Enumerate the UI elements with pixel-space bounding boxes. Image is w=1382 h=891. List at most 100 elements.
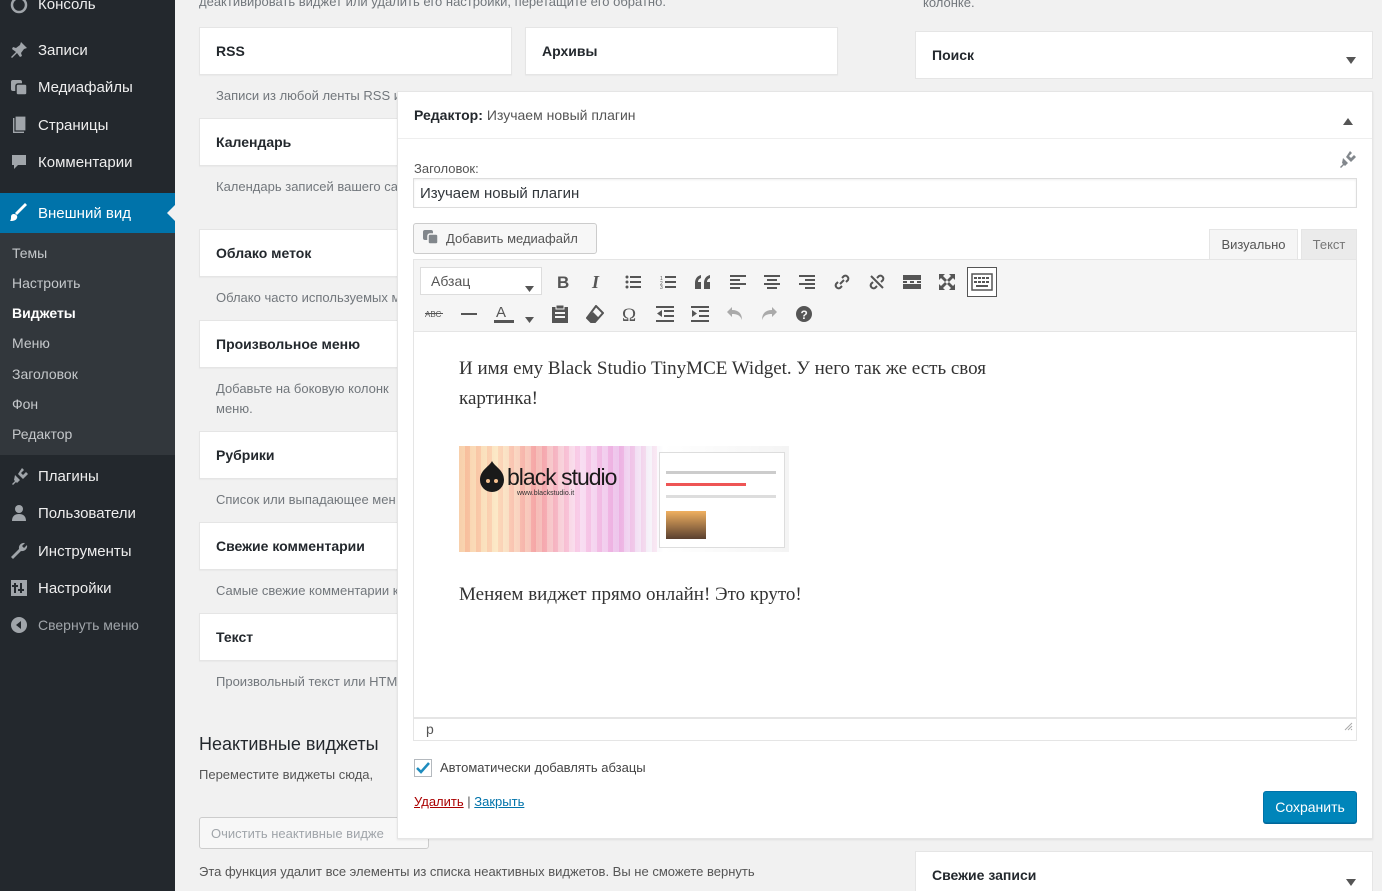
caret-up-icon[interactable]	[1343, 112, 1353, 128]
align-right-icon[interactable]	[793, 268, 821, 296]
undo-icon[interactable]	[721, 300, 749, 328]
caret-down-icon[interactable]	[525, 310, 534, 326]
add-media-button[interactable]: Добавить медиафайл	[413, 223, 597, 254]
menu-label: Консоль	[38, 0, 96, 13]
menu-label: Комментарии	[38, 153, 133, 171]
widget-recent-comments[interactable]: Свежие комментарии	[199, 522, 399, 570]
wrench-icon	[9, 541, 29, 561]
menu-label: Страницы	[38, 116, 109, 134]
menu-item-pages[interactable]: Страницы	[0, 107, 175, 143]
widget-tag-cloud[interactable]: Облако меток	[199, 229, 399, 277]
tab-label: Текст	[1312, 237, 1346, 252]
editor-content-area[interactable]: И имя ему Black Studio TinyMCE Widget. У…	[413, 332, 1357, 718]
submenu-background[interactable]: Фон	[12, 396, 38, 412]
appearance-submenu: Темы Настроить Виджеты Меню Заголовок Фо…	[0, 233, 175, 455]
tab-visual[interactable]: Визуально	[1209, 229, 1298, 259]
widget-title: Календарь	[216, 134, 292, 150]
menu-item-tools[interactable]: Инструменты	[0, 533, 175, 569]
button-label: Добавить медиафайл	[446, 231, 578, 246]
menu-item-dashboard[interactable]: Консоль	[0, 0, 175, 22]
link-icon[interactable]	[828, 268, 856, 296]
menu-item-appearance[interactable]: Внешний вид	[0, 193, 175, 233]
horizontal-line-icon[interactable]	[455, 300, 483, 328]
special-character-icon[interactable]: Ω	[616, 300, 644, 328]
pages-icon	[9, 115, 29, 135]
editor-header[interactable]: Редактор: Изучаем новый плагин	[398, 92, 1372, 139]
editor-footer-links: Удалить | Закрыть	[414, 794, 524, 809]
menu-item-settings[interactable]: Настройки	[0, 570, 175, 606]
widget-rss[interactable]: RSS	[199, 27, 512, 75]
bold-icon[interactable]: B	[549, 268, 577, 296]
comments-icon	[9, 152, 29, 172]
widget-text[interactable]: Текст	[199, 613, 399, 661]
menu-item-media[interactable]: Медиафайлы	[0, 69, 175, 105]
clear-inactive-button[interactable]: Очистить неактивные видже	[199, 817, 429, 849]
paste-text-icon[interactable]	[546, 300, 574, 328]
menu-item-comments[interactable]: Комментарии	[0, 144, 175, 180]
submenu-customize[interactable]: Настроить	[12, 275, 80, 291]
title-input[interactable]	[413, 178, 1357, 208]
toolbar-toggle-icon[interactable]	[967, 267, 997, 297]
content-image[interactable]: black studio www.blackstudio.it	[459, 446, 789, 552]
delete-link[interactable]: Удалить	[414, 794, 464, 809]
settings-icon	[9, 578, 29, 598]
widget-categories[interactable]: Рубрики	[199, 431, 399, 479]
blockquote-icon[interactable]	[689, 268, 717, 296]
plugin-icon	[9, 466, 29, 486]
collapse-menu-button[interactable]: Свернуть меню	[0, 607, 175, 643]
clear-formatting-icon[interactable]	[581, 300, 609, 328]
widget-custom-menu[interactable]: Произвольное меню	[199, 320, 399, 368]
widget-description: Записи из любой ленты RSS и	[216, 88, 401, 103]
content-paragraph-2: Меняем виджет прямо онлайн! Это круто!	[459, 584, 802, 605]
text-color-icon[interactable]: A	[490, 300, 518, 328]
widget-archives[interactable]: Архивы	[525, 27, 838, 75]
save-button[interactable]: Сохранить	[1263, 791, 1357, 823]
autop-checkbox[interactable]	[414, 759, 432, 777]
content-text: И имя ему Black Studio TinyMCE Widget. У…	[459, 358, 987, 379]
indent-icon[interactable]	[686, 300, 714, 328]
widget-description: Добавьте на боковую колонк	[216, 381, 389, 396]
menu-item-plugins[interactable]: Плагины	[0, 458, 175, 494]
autop-label[interactable]: Автоматически добавлять абзацы	[440, 760, 646, 775]
redo-icon[interactable]	[755, 300, 783, 328]
align-left-icon[interactable]	[724, 268, 752, 296]
caret-down-icon	[525, 279, 534, 295]
submenu-themes[interactable]: Темы	[12, 245, 47, 261]
italic-icon[interactable]: I	[584, 268, 612, 296]
image-logo-url: www.blackstudio.it	[517, 490, 575, 497]
fullscreen-icon[interactable]	[933, 268, 961, 296]
align-center-icon[interactable]	[758, 268, 786, 296]
help-icon[interactable]: ?	[790, 300, 818, 328]
resize-handle-icon[interactable]	[1344, 716, 1353, 737]
element-path[interactable]: p	[426, 721, 434, 737]
submenu-widgets[interactable]: Виджеты	[12, 305, 76, 321]
submenu-header[interactable]: Заголовок	[12, 366, 78, 382]
caret-down-icon[interactable]	[1346, 873, 1356, 889]
svg-text:A: A	[496, 305, 506, 321]
outdent-icon[interactable]	[651, 300, 679, 328]
submenu-editor[interactable]: Редактор	[12, 426, 72, 442]
bullet-list-icon[interactable]	[619, 268, 647, 296]
widget-search[interactable]: Поиск	[915, 31, 1373, 79]
submenu-menus[interactable]: Меню	[12, 335, 50, 351]
widget-description: меню.	[216, 401, 253, 416]
caret-down-icon[interactable]	[1346, 51, 1356, 67]
format-select[interactable]: Абзац	[420, 267, 542, 295]
widget-description: Календарь записей вашего са	[216, 179, 398, 194]
tab-text[interactable]: Текст	[1301, 229, 1357, 259]
image-logo-text: black studio	[507, 464, 617, 490]
menu-item-users[interactable]: Пользователи	[0, 495, 175, 531]
widget-calendar[interactable]: Календарь	[199, 118, 399, 166]
widget-title: Поиск	[932, 47, 975, 63]
widget-recent-posts[interactable]: Свежие записи	[915, 851, 1373, 891]
inactive-widgets-description: Переместите виджеты сюда,	[199, 767, 374, 782]
numbered-list-icon[interactable]: 123	[654, 268, 682, 296]
close-link[interactable]: Закрыть	[474, 794, 524, 809]
content-text: картинка!	[459, 388, 538, 409]
menu-item-posts[interactable]: Записи	[0, 32, 175, 68]
strikethrough-icon[interactable]: ABC	[420, 300, 448, 328]
widget-description: Облако часто используемых м	[216, 290, 401, 305]
unlink-icon[interactable]	[863, 268, 891, 296]
clear-inactive-description: Эта функция удалит все элементы из списк…	[199, 864, 755, 879]
read-more-icon[interactable]	[898, 268, 926, 296]
